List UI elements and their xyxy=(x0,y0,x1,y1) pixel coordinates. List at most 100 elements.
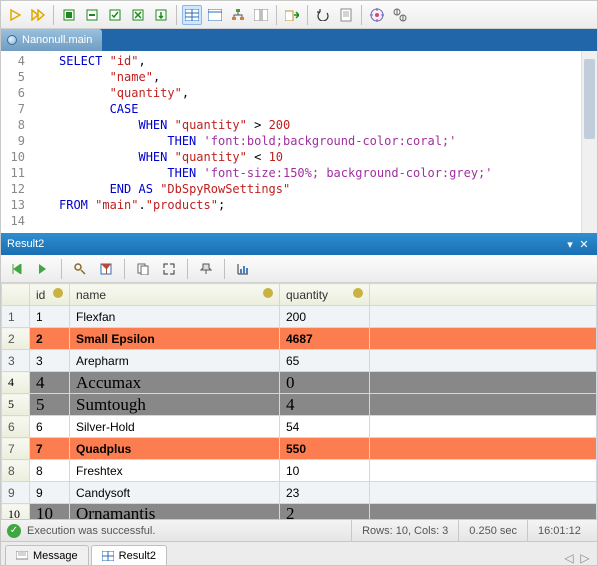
cell-qty[interactable]: 4687 xyxy=(280,328,370,350)
status-rowscols: Rows: 10, Cols: 3 xyxy=(351,520,458,541)
table-row[interactable]: 22Small Epsilon4687 xyxy=(2,328,597,350)
tool-icon-4[interactable] xyxy=(128,5,148,25)
cell-qty[interactable]: 4 xyxy=(280,394,370,416)
target-icon[interactable] xyxy=(367,5,387,25)
cell-qty[interactable]: 550 xyxy=(280,438,370,460)
row-number[interactable]: 6 xyxy=(2,416,30,438)
row-number[interactable]: 1 xyxy=(2,306,30,328)
cell-qty[interactable]: 65 xyxy=(280,350,370,372)
find-icon[interactable] xyxy=(70,259,90,279)
row-number[interactable]: 10 xyxy=(2,504,30,520)
cell-id[interactable]: 6 xyxy=(30,416,70,438)
execute-debug-icon[interactable] xyxy=(28,5,48,25)
row-number[interactable]: 4 xyxy=(2,372,30,394)
close-icon[interactable]: ✕ xyxy=(577,238,591,251)
cell-id[interactable]: 5 xyxy=(30,394,70,416)
expand-icon[interactable] xyxy=(159,259,179,279)
sql-editor[interactable]: 4567891011121314 SELECT "id", "name", "q… xyxy=(1,51,597,233)
grid-view-icon[interactable] xyxy=(182,5,202,25)
table-row[interactable]: 1010Ornamantis2 xyxy=(2,504,597,520)
row-number[interactable]: 2 xyxy=(2,328,30,350)
layout-icon[interactable] xyxy=(251,5,271,25)
cell-name[interactable]: Small Epsilon xyxy=(70,328,280,350)
document-icon[interactable] xyxy=(336,5,356,25)
settings-icon[interactable] xyxy=(390,5,410,25)
tool-icon-3[interactable] xyxy=(105,5,125,25)
cell-name[interactable]: Freshtex xyxy=(70,460,280,482)
table-row[interactable]: 44Accumax0 xyxy=(2,372,597,394)
table-row[interactable]: 99Candysoft23 xyxy=(2,482,597,504)
result-title-label: Result2 xyxy=(7,238,44,250)
row-number[interactable]: 5 xyxy=(2,394,30,416)
code-area[interactable]: SELECT "id", "name", "quantity", CASE WH… xyxy=(33,51,597,233)
cell-empty xyxy=(370,482,597,504)
next-icon[interactable] xyxy=(33,259,53,279)
col-id[interactable]: id xyxy=(30,284,70,306)
message-icon xyxy=(16,551,28,561)
editor-tab[interactable]: Nanonull.main xyxy=(1,29,102,51)
table-row[interactable]: 88Freshtex10 xyxy=(2,460,597,482)
minimize-icon[interactable]: ▾ xyxy=(563,238,577,251)
table-row[interactable]: 33Arepharm65 xyxy=(2,350,597,372)
tool-icon-1[interactable] xyxy=(59,5,79,25)
cell-qty[interactable]: 54 xyxy=(280,416,370,438)
result-grid[interactable]: id name quantity 11Flexfan20022Small Eps… xyxy=(1,283,597,519)
first-icon[interactable] xyxy=(7,259,27,279)
cell-qty[interactable]: 10 xyxy=(280,460,370,482)
copy-icon[interactable] xyxy=(133,259,153,279)
status-message: Execution was successful. xyxy=(27,525,351,537)
execute-icon[interactable] xyxy=(5,5,25,25)
row-number[interactable]: 3 xyxy=(2,350,30,372)
table-row[interactable]: 66Silver-Hold54 xyxy=(2,416,597,438)
cell-id[interactable]: 10 xyxy=(30,504,70,520)
tab-prev-icon[interactable]: ◁ xyxy=(561,551,577,565)
success-icon: ✓ xyxy=(7,524,21,538)
cell-name[interactable]: Accumax xyxy=(70,372,280,394)
cell-id[interactable]: 3 xyxy=(30,350,70,372)
tab-next-icon[interactable]: ▷ xyxy=(577,551,593,565)
row-number[interactable]: 7 xyxy=(2,438,30,460)
cell-name[interactable]: Candysoft xyxy=(70,482,280,504)
cell-id[interactable]: 4 xyxy=(30,372,70,394)
cell-id[interactable]: 2 xyxy=(30,328,70,350)
col-name[interactable]: name xyxy=(70,284,280,306)
cell-id[interactable]: 9 xyxy=(30,482,70,504)
cell-name[interactable]: Quadplus xyxy=(70,438,280,460)
editor-scrollbar[interactable] xyxy=(581,51,597,233)
cell-empty xyxy=(370,416,597,438)
cell-id[interactable]: 7 xyxy=(30,438,70,460)
pin-icon[interactable] xyxy=(196,259,216,279)
cell-name[interactable]: Ornamantis xyxy=(70,504,280,520)
row-number[interactable]: 8 xyxy=(2,460,30,482)
cell-qty[interactable]: 0 xyxy=(280,372,370,394)
corner-cell[interactable] xyxy=(2,284,30,306)
col-quantity[interactable]: quantity xyxy=(280,284,370,306)
tab-message[interactable]: Message xyxy=(5,545,89,565)
tool-icon-5[interactable] xyxy=(151,5,171,25)
chart-icon[interactable] xyxy=(233,259,253,279)
cell-empty xyxy=(370,438,597,460)
cell-name[interactable]: Flexfan xyxy=(70,306,280,328)
cell-empty xyxy=(370,394,597,416)
form-view-icon[interactable] xyxy=(205,5,225,25)
filter-icon[interactable] xyxy=(96,259,116,279)
cell-qty[interactable]: 23 xyxy=(280,482,370,504)
cell-name[interactable]: Arepharm xyxy=(70,350,280,372)
cell-name[interactable]: Silver-Hold xyxy=(70,416,280,438)
tab-result[interactable]: Result2 xyxy=(91,545,167,565)
cell-qty[interactable]: 200 xyxy=(280,306,370,328)
editor-tab-bar: Nanonull.main xyxy=(1,29,597,51)
cell-id[interactable]: 8 xyxy=(30,460,70,482)
cell-id[interactable]: 1 xyxy=(30,306,70,328)
status-bar: ✓ Execution was successful. Rows: 10, Co… xyxy=(1,519,597,541)
tree-icon[interactable] xyxy=(228,5,248,25)
undo-icon[interactable] xyxy=(313,5,333,25)
export-icon[interactable] xyxy=(282,5,302,25)
table-row[interactable]: 77Quadplus550 xyxy=(2,438,597,460)
row-number[interactable]: 9 xyxy=(2,482,30,504)
table-row[interactable]: 55Sumtough4 xyxy=(2,394,597,416)
tool-icon-2[interactable] xyxy=(82,5,102,25)
cell-qty[interactable]: 2 xyxy=(280,504,370,520)
table-row[interactable]: 11Flexfan200 xyxy=(2,306,597,328)
cell-name[interactable]: Sumtough xyxy=(70,394,280,416)
